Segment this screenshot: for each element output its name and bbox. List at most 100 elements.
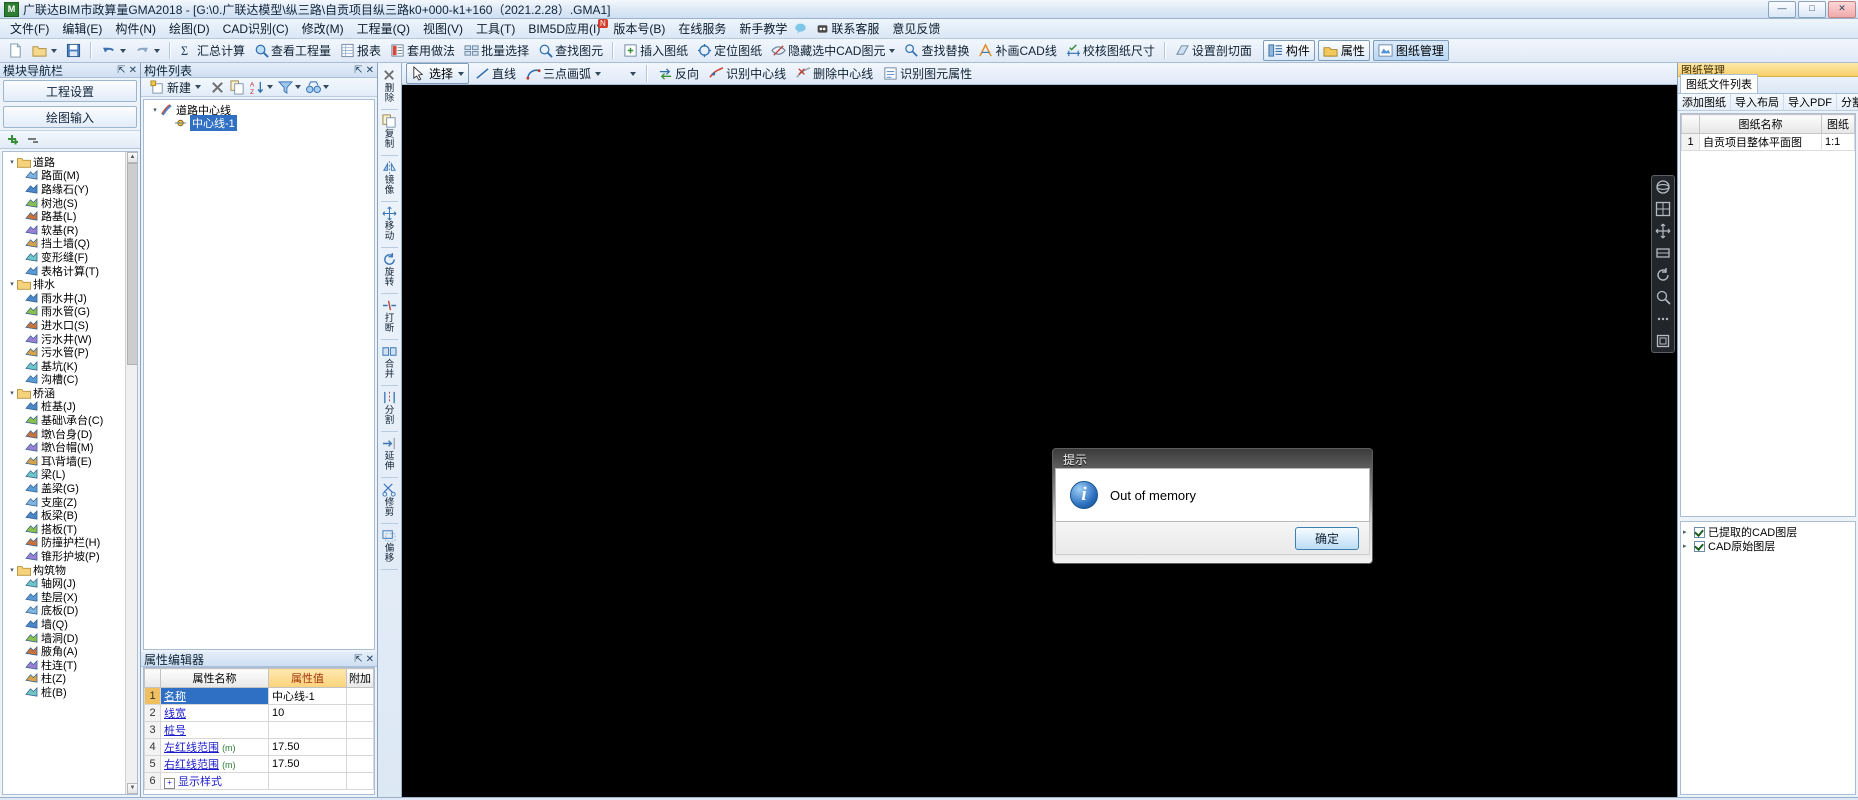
- save-button[interactable]: [62, 42, 85, 59]
- property-row-extra[interactable]: [346, 738, 374, 756]
- toolbar-toggle-2[interactable]: 图纸管理: [1372, 40, 1449, 61]
- module-tree-scrollbar[interactable]: ▲ ▼: [125, 152, 137, 794]
- menu-item-0[interactable]: 文件(F): [4, 18, 55, 39]
- canvas-tool-3[interactable]: [607, 65, 640, 82]
- menu-item-5[interactable]: 修改(M): [296, 18, 350, 39]
- property-row-extra[interactable]: [346, 704, 374, 722]
- zoom-window-icon[interactable]: [1655, 245, 1671, 261]
- toolbar-button-12[interactable]: 设置剖切面: [1171, 41, 1256, 60]
- redo-button[interactable]: [131, 42, 164, 59]
- pin-icon[interactable]: ⇱: [117, 65, 125, 76]
- property-row-value[interactable]: 中心线-1: [268, 687, 347, 705]
- menu-item-8[interactable]: 工具(T): [470, 18, 521, 39]
- drawing-button-0[interactable]: 添加图纸: [1678, 94, 1731, 110]
- module-button-drawing-input[interactable]: 绘图输入: [3, 106, 137, 128]
- chat-bubble-icon[interactable]: [794, 22, 809, 36]
- expander-icon[interactable]: ▸: [1683, 528, 1691, 536]
- canvas-viewport[interactable]: 提示 i Out of memory 确定: [402, 85, 1677, 797]
- tree-item-柱连(T)[interactable]: 柱连(T): [3, 658, 137, 672]
- edit-tool-延伸[interactable]: 延伸: [379, 435, 400, 474]
- layer-checkbox[interactable]: [1694, 526, 1705, 538]
- filter-button[interactable]: [278, 80, 302, 95]
- menu-item-11[interactable]: 在线服务: [672, 18, 732, 39]
- collapse-all-icon[interactable]: [26, 134, 40, 146]
- expander-icon[interactable]: ▾: [150, 106, 160, 114]
- canvas-tool-6[interactable]: 删除中心线: [792, 64, 877, 83]
- property-row[interactable]: 5 右红线范围 (m) 17.50: [144, 755, 374, 773]
- orbit-icon[interactable]: [1655, 179, 1671, 195]
- property-row-value[interactable]: 17.50: [268, 755, 347, 773]
- expander-icon[interactable]: ▾: [7, 566, 17, 574]
- drawing-button-1[interactable]: 导入布局: [1731, 94, 1784, 110]
- scroll-thumb[interactable]: [127, 163, 137, 365]
- drawing-button-2[interactable]: 导入PDF: [1784, 94, 1837, 110]
- row-expander[interactable]: +: [164, 778, 175, 789]
- new-component-button[interactable]: 新建: [146, 78, 205, 97]
- toolbar-button-11[interactable]: 校核图纸尺寸: [1062, 41, 1159, 60]
- tree-item-表格计算(T)[interactable]: 表格计算(T): [3, 264, 137, 278]
- toolbar-button-8[interactable]: 隐藏选中CAD图元: [767, 41, 899, 60]
- tree-item-沟槽(C)[interactable]: 沟槽(C): [3, 373, 137, 386]
- tree-item-锥形护坡(P)[interactable]: 锥形护坡(P): [3, 549, 137, 563]
- property-row-extra[interactable]: [346, 687, 374, 705]
- expander-icon[interactable]: ▾: [7, 389, 17, 397]
- close-icon[interactable]: ✕: [129, 65, 137, 76]
- canvas-tool-2[interactable]: 三点画弧: [522, 64, 605, 83]
- menu-item-6[interactable]: 工程量(Q): [351, 18, 416, 39]
- tree-item-桩(B)[interactable]: 桩(B): [3, 685, 137, 699]
- toolbar-button-6[interactable]: 插入图纸: [619, 41, 692, 60]
- close-icon[interactable]: ✕: [366, 654, 374, 665]
- menu-item-4[interactable]: CAD识别(C): [217, 18, 295, 39]
- drawing-grid-container[interactable]: 图纸名称 图纸 1 自贡项目整体平面图 1:1: [1680, 113, 1856, 517]
- property-row-name[interactable]: 左红线范围 (m): [160, 738, 269, 756]
- toolbar-button-5[interactable]: 查找图元: [534, 41, 607, 60]
- canvas-tool-7[interactable]: 识别图元属性: [879, 64, 976, 83]
- close-button[interactable]: ✕: [1828, 1, 1856, 18]
- toolbar-button-9[interactable]: 查找替换: [900, 41, 973, 60]
- edit-tool-删除[interactable]: 删除: [379, 67, 400, 106]
- edit-tool-复制[interactable]: 复制: [379, 113, 400, 152]
- property-row[interactable]: 1 名称 中心线-1: [144, 687, 374, 705]
- edit-tool-移动[interactable]: 移动: [379, 205, 400, 244]
- property-row-value[interactable]: [268, 772, 347, 790]
- scroll-down-arrow[interactable]: ▼: [127, 783, 137, 794]
- module-tree-container[interactable]: ▾ 道路 路面(M) 路缘石(Y) 树池(S) 路基(L) 软基(R) 挡土墙(Q) 变形缝(F…: [2, 151, 138, 795]
- toolbar-button-0[interactable]: Σ 汇总计算: [176, 41, 249, 60]
- copy-icon[interactable]: [230, 79, 245, 95]
- maximize-button[interactable]: □: [1798, 1, 1826, 18]
- expander-icon[interactable]: ▾: [7, 158, 17, 166]
- toolbar-toggle-0[interactable]: 构件: [1262, 40, 1315, 61]
- toolbar-button-4[interactable]: 批量选择: [460, 41, 533, 60]
- pan-icon[interactable]: [1655, 223, 1671, 239]
- tree-item-底板(D)[interactable]: 底板(D): [3, 604, 137, 617]
- toolbar-button-7[interactable]: 定位图纸: [693, 41, 766, 60]
- property-row-value[interactable]: [268, 721, 347, 739]
- property-row-name[interactable]: 名称: [160, 687, 269, 705]
- edit-tool-修剪[interactable]: 修剪: [379, 481, 400, 520]
- toolbar-button-1[interactable]: 查看工程量: [250, 41, 335, 60]
- close-icon[interactable]: ✕: [366, 65, 374, 76]
- menu-item-9[interactable]: BIM5D应用(I): [522, 18, 606, 39]
- property-row-extra[interactable]: [346, 755, 374, 773]
- tab-drawing-file-list[interactable]: 图纸文件列表: [1680, 74, 1758, 93]
- component-tree-container[interactable]: ▾ 道路中心线 中心线-1: [143, 99, 375, 650]
- property-grid-container[interactable]: 属性名称 属性值 附加 1 名称 中心线-1 2 线宽 10 3 桩号 4 左红线范围 (m) 17…: [143, 667, 375, 795]
- property-row-name[interactable]: 右红线范围 (m): [160, 755, 269, 773]
- toolbar-toggle-1[interactable]: 属性: [1317, 40, 1370, 61]
- toolbar-button-10[interactable]: 补画CAD线: [974, 41, 1060, 60]
- tree-item-耳\背墙(E)[interactable]: 耳\背墙(E): [3, 454, 137, 468]
- property-row-extra[interactable]: [346, 772, 374, 790]
- cad-layer-item-0[interactable]: ▸ 已提取的CAD图层: [1683, 525, 1853, 539]
- sort-button[interactable]: AZ: [250, 80, 274, 95]
- edit-tool-打断[interactable]: 打断: [379, 297, 400, 336]
- pin-icon[interactable]: ⇱: [354, 65, 362, 76]
- binoculars-icon[interactable]: [306, 80, 330, 95]
- menu-item-2[interactable]: 构件(N): [109, 18, 162, 39]
- menu-item-12[interactable]: 新手教学: [733, 18, 793, 39]
- menu-item-10[interactable]: 版本号(B): [607, 18, 671, 39]
- edit-tool-偏移[interactable]: 偏移: [379, 527, 400, 566]
- drawing-button-3[interactable]: 分割: [1837, 94, 1858, 110]
- menu-item-14[interactable]: 意见反馈: [886, 18, 946, 39]
- edit-tool-镜像[interactable]: 镜像: [379, 159, 400, 198]
- canvas-tool-5[interactable]: 识别中心线: [705, 64, 790, 83]
